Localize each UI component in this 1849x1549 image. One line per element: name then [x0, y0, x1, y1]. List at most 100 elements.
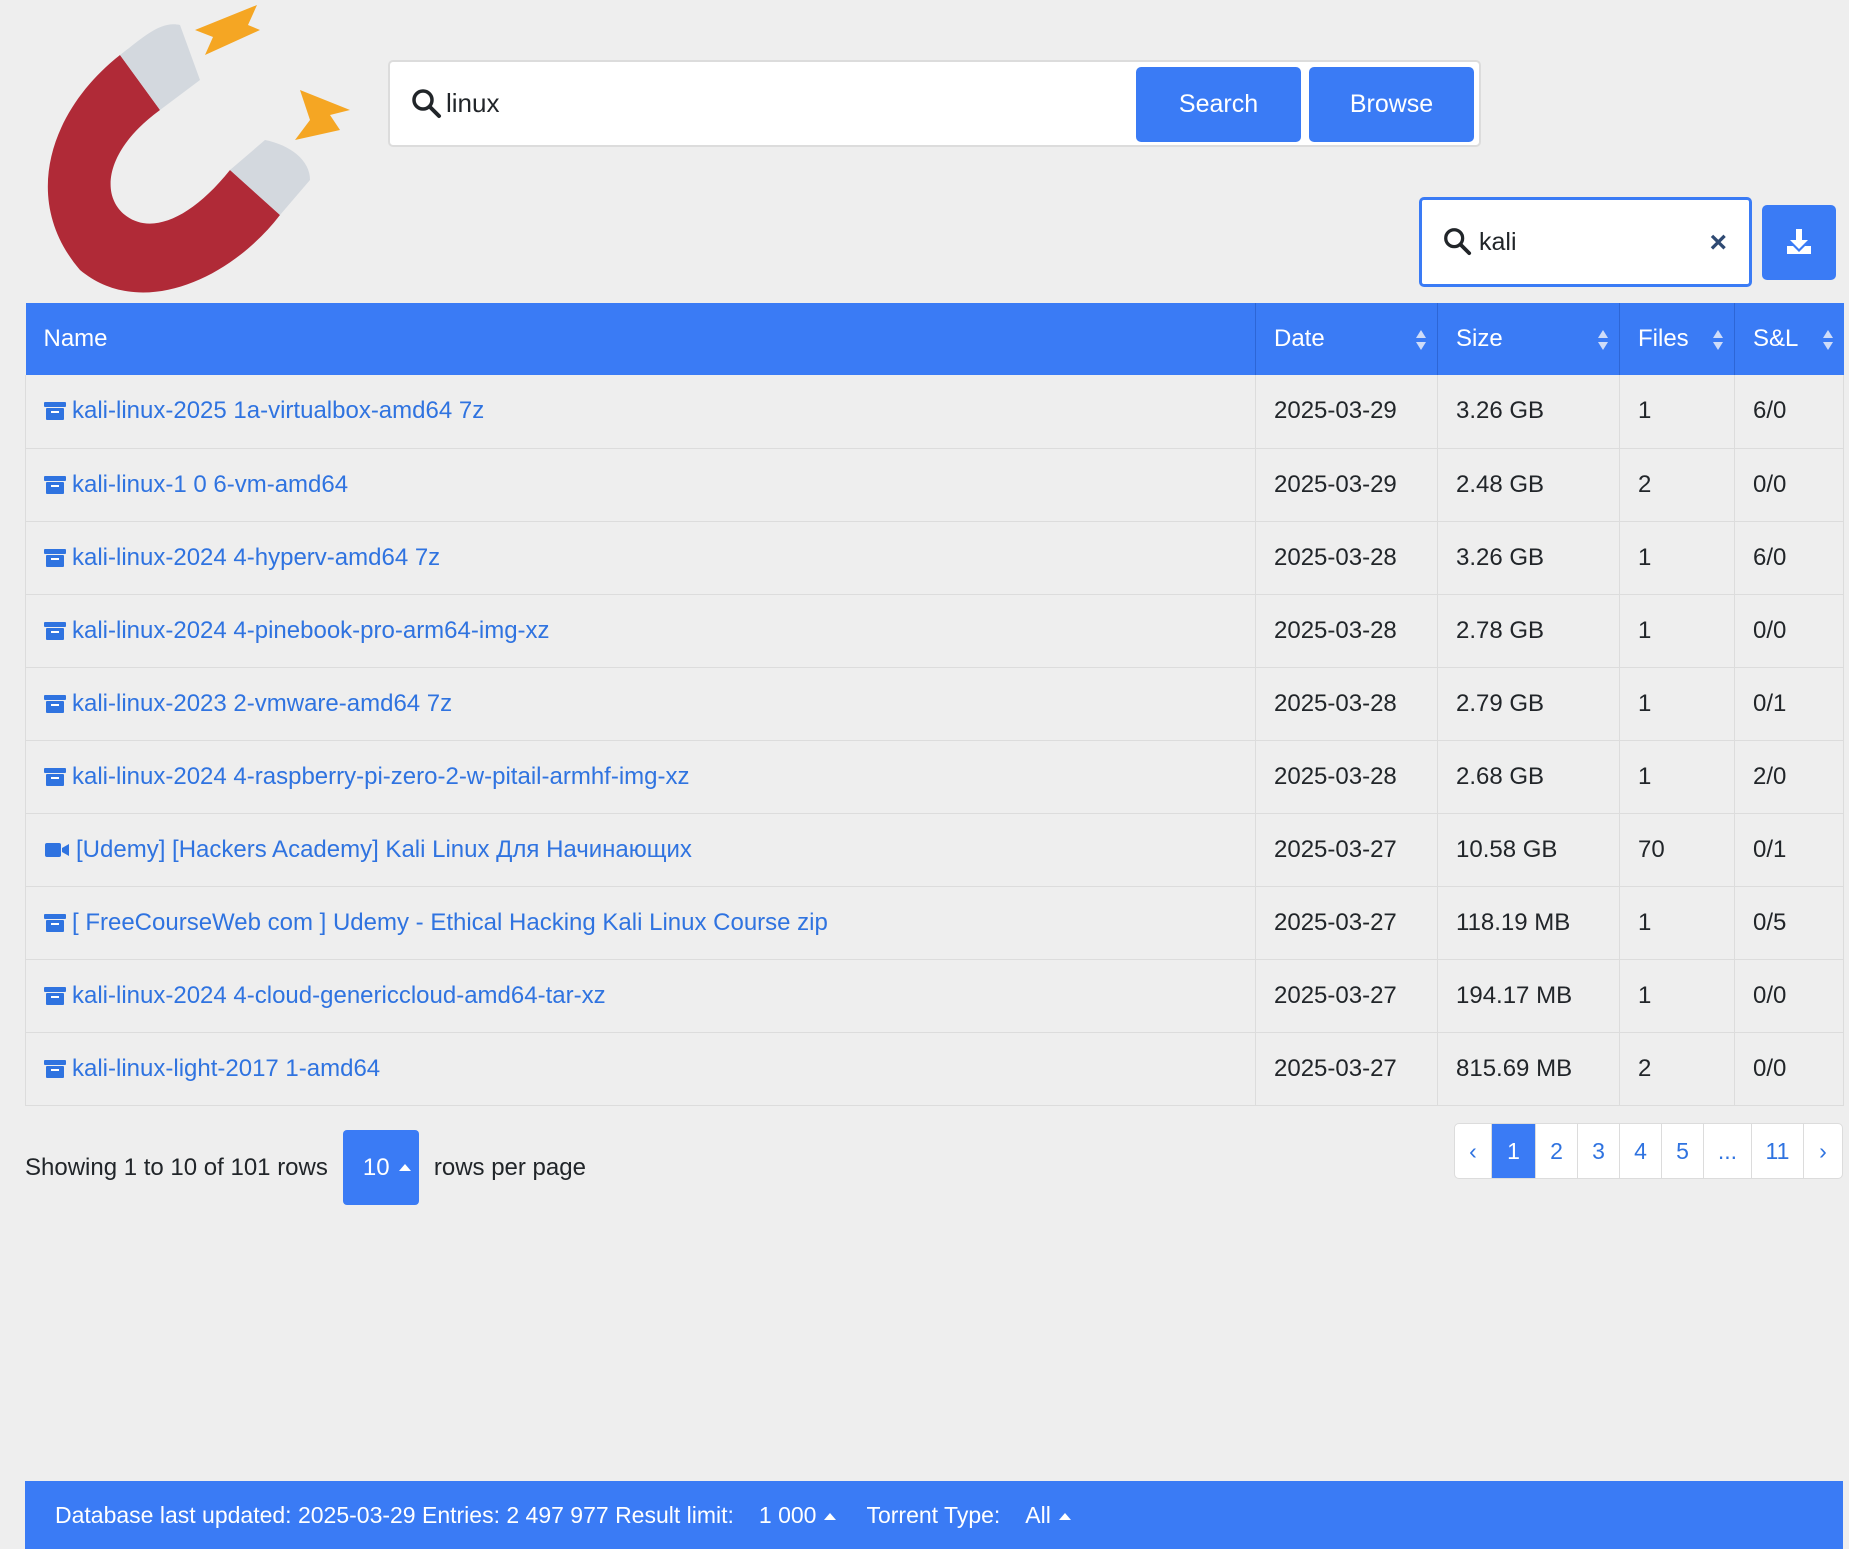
- torrent-link[interactable]: kali-linux-2024 4-raspberry-pi-zero-2-w-…: [72, 763, 689, 790]
- rows-per-page-select[interactable]: 10: [342, 1130, 419, 1205]
- table-header-row: Name Date Size Files S&L: [25, 303, 1844, 375]
- table-row: kali-linux-light-2017 1-amd64 2025-03-27 8…: [25, 1032, 1844, 1106]
- cell-files: 1: [1619, 667, 1735, 741]
- torrent-type-label: Torrent Type:: [866, 1501, 1001, 1528]
- cell-name: kali-linux-2023 2-vmware-amd64 7z: [25, 667, 1256, 741]
- page-link[interactable]: 11: [1752, 1124, 1804, 1178]
- results-table: Name Date Size Files S&L kali-linux-2025…: [25, 303, 1844, 1106]
- page-next[interactable]: ›: [1804, 1124, 1842, 1178]
- cell-name: kali-linux-2024 4-cloud-genericcloud-amd…: [25, 959, 1256, 1033]
- table-row: [Udemy] [Hackers Academy] Kali Linux Для…: [25, 813, 1844, 887]
- column-header-seeds-leechers[interactable]: S&L: [1734, 303, 1844, 375]
- cell-name: kali-linux-2024 4-raspberry-pi-zero-2-w-…: [25, 740, 1256, 814]
- archive-icon: [44, 986, 66, 1005]
- cell-size: 815.69 MB: [1437, 1032, 1620, 1106]
- search-icon: [1444, 228, 1472, 256]
- cell-date: 2025-03-29: [1255, 375, 1438, 449]
- table-row: [ FreeCourseWeb com ] Udemy - Ethical Ha…: [25, 886, 1844, 960]
- cell-date: 2025-03-28: [1255, 740, 1438, 814]
- torrent-link[interactable]: kali-linux-2024 4-hyperv-amd64 7z: [72, 544, 440, 571]
- column-header-date[interactable]: Date: [1255, 303, 1438, 375]
- clear-icon[interactable]: ×: [1709, 225, 1727, 261]
- cell-seeds-leechers: 0/1: [1734, 667, 1844, 741]
- column-header-size[interactable]: Size: [1437, 303, 1620, 375]
- torrent-link[interactable]: kali-linux-2025 1a-virtualbox-amd64 7z: [72, 397, 484, 424]
- torrent-link[interactable]: kali-linux-2024 4-pinebook-pro-arm64-img…: [72, 617, 550, 644]
- download-icon: [1787, 229, 1811, 254]
- table-row: kali-linux-2024 4-cloud-genericcloud-amd…: [25, 959, 1844, 1033]
- table-filter-input[interactable]: kali ×: [1419, 197, 1752, 287]
- archive-icon: [44, 621, 66, 640]
- cell-size: 2.78 GB: [1437, 594, 1620, 668]
- cell-seeds-leechers: 0/0: [1734, 959, 1844, 1033]
- page-link[interactable]: 1: [1492, 1124, 1536, 1178]
- sort-icon[interactable]: [1597, 329, 1609, 351]
- torrent-link[interactable]: [ FreeCourseWeb com ] Udemy - Ethical Ha…: [72, 909, 828, 936]
- cell-files: 70: [1619, 813, 1735, 887]
- showing-rows-text: Showing 1 to 10 of 101 rows: [25, 1153, 328, 1181]
- page-link[interactable]: 4: [1620, 1124, 1662, 1178]
- caret-up-icon: [824, 1512, 837, 1520]
- pagination-info: Showing 1 to 10 of 101 rows 10 rows per …: [25, 1130, 586, 1205]
- sort-icon[interactable]: [1415, 329, 1427, 351]
- cell-files: 2: [1619, 1032, 1735, 1106]
- cell-date: 2025-03-28: [1255, 667, 1438, 741]
- cell-files: 1: [1619, 375, 1735, 449]
- torrent-link[interactable]: kali-linux-2023 2-vmware-amd64 7z: [72, 690, 452, 717]
- cell-files: 1: [1619, 594, 1735, 668]
- cell-date: 2025-03-27: [1255, 813, 1438, 887]
- cell-files: 1: [1619, 521, 1735, 595]
- table-row: kali-linux-1 0 6-vm-amd64 2025-03-29 2.48 …: [25, 448, 1844, 522]
- table-row: kali-linux-2024 4-pinebook-pro-arm64-img…: [25, 594, 1844, 668]
- download-button[interactable]: [1762, 205, 1836, 280]
- cell-date: 2025-03-27: [1255, 959, 1438, 1033]
- column-header-files[interactable]: Files: [1619, 303, 1735, 375]
- sort-icon[interactable]: [1712, 329, 1724, 351]
- archive-icon: [44, 475, 66, 494]
- archive-icon: [44, 548, 66, 567]
- magnet-logo: [47, 5, 350, 293]
- torrent-link[interactable]: kali-linux-light-2017 1-amd64: [72, 1055, 380, 1082]
- column-header-name[interactable]: Name: [25, 303, 1256, 375]
- cell-date: 2025-03-29: [1255, 448, 1438, 522]
- archive-icon: [44, 767, 66, 786]
- archive-icon: [44, 1059, 66, 1078]
- cell-seeds-leechers: 0/0: [1734, 594, 1844, 668]
- page-prev[interactable]: ‹: [1455, 1124, 1492, 1178]
- table-row: kali-linux-2024 4-raspberry-pi-zero-2-w-…: [25, 740, 1844, 814]
- torrent-link[interactable]: [Udemy] [Hackers Academy] Kali Linux Для…: [76, 836, 692, 863]
- cell-date: 2025-03-28: [1255, 594, 1438, 668]
- lightning-icon: [295, 90, 350, 140]
- cell-size: 194.17 MB: [1437, 959, 1620, 1033]
- lightning-icon: [195, 5, 260, 55]
- cell-size: 3.26 GB: [1437, 375, 1620, 449]
- cell-name: [ FreeCourseWeb com ] Udemy - Ethical Ha…: [25, 886, 1256, 960]
- archive-icon: [44, 694, 66, 713]
- torrent-link[interactable]: kali-linux-1 0 6-vm-amd64: [72, 471, 348, 498]
- cell-size: 3.26 GB: [1437, 521, 1620, 595]
- page-link[interactable]: 2: [1536, 1124, 1578, 1178]
- cell-seeds-leechers: 0/5: [1734, 886, 1844, 960]
- page-link[interactable]: ...: [1704, 1124, 1752, 1178]
- cell-size: 2.79 GB: [1437, 667, 1620, 741]
- result-limit-select[interactable]: 1 000: [759, 1502, 837, 1529]
- table-row: kali-linux-2024 4-hyperv-amd64 7z 2025-03…: [25, 521, 1844, 595]
- cell-seeds-leechers: 0/1: [1734, 813, 1844, 887]
- cell-seeds-leechers: 2/0: [1734, 740, 1844, 814]
- archive-icon: [44, 402, 66, 421]
- video-icon: [45, 842, 69, 857]
- sort-icon[interactable]: [1822, 329, 1834, 351]
- search-input[interactable]: linux: [446, 84, 499, 122]
- cell-date: 2025-03-27: [1255, 886, 1438, 960]
- torrent-type-select[interactable]: All: [1025, 1502, 1071, 1529]
- cell-files: 1: [1619, 959, 1735, 1033]
- search-button[interactable]: Search: [1136, 67, 1301, 142]
- browse-button[interactable]: Browse: [1309, 67, 1474, 142]
- filter-value[interactable]: kali: [1479, 224, 1517, 260]
- cell-date: 2025-03-27: [1255, 1032, 1438, 1106]
- page-link[interactable]: 3: [1578, 1124, 1620, 1178]
- database-info: Database last updated: 2025-03-29 Entrie…: [55, 1501, 734, 1528]
- cell-files: 1: [1619, 886, 1735, 960]
- torrent-link[interactable]: kali-linux-2024 4-cloud-genericcloud-amd…: [72, 982, 606, 1009]
- page-link[interactable]: 5: [1662, 1124, 1704, 1178]
